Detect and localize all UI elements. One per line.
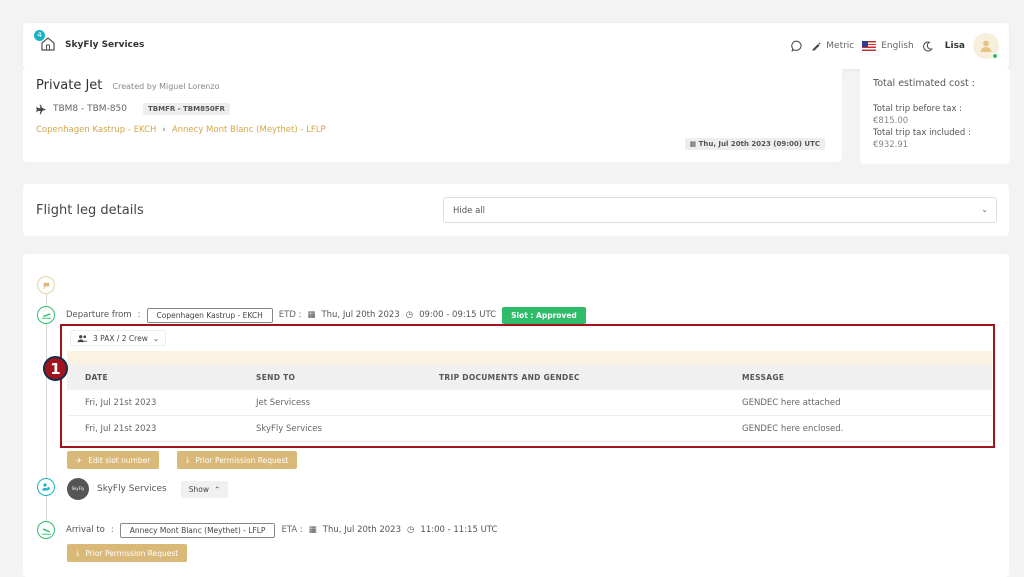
chat-icon[interactable] bbox=[791, 40, 803, 52]
tax-included-label: Total trip tax included : bbox=[873, 128, 971, 138]
chevron-down-icon: ⌄ bbox=[981, 205, 988, 214]
cost-summary-card: Total estimated cost : Total trip before… bbox=[860, 69, 1010, 164]
arrival-airport[interactable]: Annecy Mont Blanc (Meythet) - LFLP bbox=[119, 522, 276, 538]
timeline-line bbox=[46, 294, 47, 534]
moon-icon[interactable] bbox=[922, 40, 933, 52]
table-header: DATE SEND TO TRIP DOCUMENTS AND GENDEC M… bbox=[67, 364, 992, 390]
table-row[interactable]: Fri, Jul 21st 2023 Jet Servicess GENDEC … bbox=[67, 390, 992, 416]
trip-title: Private Jet bbox=[36, 78, 103, 93]
user-icon bbox=[980, 40, 992, 52]
arrival-prior-permission-label: Prior Permission Request bbox=[85, 548, 179, 558]
row-send-to: SkyFly Services bbox=[256, 423, 322, 434]
clock-icon: ◷ bbox=[406, 525, 415, 535]
route: Copenhagen Kastrup - EKCH › Annecy Mont … bbox=[36, 125, 326, 135]
slot-status-badge: Slot : Approved bbox=[502, 306, 586, 324]
arrival-row: Arrival to : Annecy Mont Blanc (Meythet)… bbox=[66, 521, 497, 539]
visibility-select-value: Hide all bbox=[453, 206, 486, 216]
table-row[interactable]: Fri, Jul 21st 2023 SkyFly Services GENDE… bbox=[67, 416, 992, 442]
operator-name: SkyFly Services bbox=[97, 484, 167, 494]
documents-header-bar bbox=[67, 351, 992, 364]
notification-badge: 4 bbox=[34, 30, 45, 41]
ruler-icon bbox=[812, 42, 821, 51]
show-label: Show bbox=[188, 484, 209, 494]
chevron-down-icon: ⌄ bbox=[152, 333, 160, 343]
flight-leg-details-title: Flight leg details bbox=[36, 203, 144, 218]
plane-icon: ✈ bbox=[76, 455, 83, 465]
download-icon: ⤓ bbox=[186, 455, 190, 464]
brand-name[interactable]: SkyFly Services bbox=[65, 40, 144, 50]
edit-slot-label: Edit slot number bbox=[88, 455, 151, 465]
trip-date-badge: ▦ Thu, Jul 20th 2023 (09:00) UTC bbox=[684, 138, 825, 150]
step-number-badge: 1 bbox=[43, 356, 68, 381]
top-navbar: 4 SkyFly Services Metric English Lisa bbox=[23, 23, 1009, 69]
pax-crew-label: 3 PAX / 2 Crew bbox=[93, 333, 148, 343]
documents-table: DATE SEND TO TRIP DOCUMENTS AND GENDEC M… bbox=[67, 364, 992, 442]
column-header-message: MESSAGE bbox=[742, 372, 785, 382]
takeoff-icon bbox=[37, 306, 55, 324]
total-cost-label: Total estimated cost : bbox=[873, 78, 975, 89]
online-status-dot bbox=[992, 53, 998, 59]
registration-tag: TBMFR - TBM850FR bbox=[143, 103, 230, 115]
column-header-documents: TRIP DOCUMENTS AND GENDEC bbox=[439, 372, 580, 382]
etd-label: ETD : bbox=[278, 310, 302, 320]
chevron-up-icon: ⌃ bbox=[214, 484, 221, 494]
trip-summary-card: Private Jet Created by Miguel Lorenzo TB… bbox=[23, 69, 842, 162]
trip-creator: Created by Miguel Lorenzo bbox=[112, 82, 220, 91]
column-header-send-to: SEND TO bbox=[256, 372, 296, 382]
arrival-prior-permission-button[interactable]: ⤓ Prior Permission Request bbox=[67, 544, 188, 562]
departure-colon: : bbox=[137, 310, 141, 320]
users-icon bbox=[77, 334, 88, 342]
calendar-icon: ▦ bbox=[689, 140, 697, 148]
flag-icon bbox=[37, 276, 55, 294]
arrival-date: Thu, Jul 20th 2023 bbox=[322, 525, 401, 535]
row-date: Fri, Jul 21st 2023 bbox=[85, 397, 157, 408]
prior-permission-button[interactable]: ⤓ Prior Permission Request bbox=[177, 451, 298, 469]
eta-label: ETA : bbox=[281, 525, 303, 535]
pax-crew-dropdown[interactable]: 3 PAX / 2 Crew ⌄ bbox=[70, 330, 167, 346]
calendar-icon: ▦ bbox=[307, 310, 316, 320]
column-header-date: DATE bbox=[85, 372, 108, 382]
calendar-icon: ▦ bbox=[308, 525, 317, 535]
visibility-select[interactable]: Hide all ⌄ bbox=[443, 197, 997, 223]
row-message: GENDEC here attached bbox=[742, 397, 841, 408]
arrival-colon: : bbox=[110, 525, 114, 535]
before-tax-label: Total trip before tax : bbox=[873, 104, 963, 114]
avatar[interactable] bbox=[973, 33, 999, 59]
plane-icon bbox=[36, 104, 47, 114]
row-date: Fri, Jul 21st 2023 bbox=[85, 423, 157, 434]
language-selector[interactable]: English bbox=[862, 41, 914, 51]
departure-label: Departure from bbox=[66, 310, 132, 320]
departure-time: 09:00 - 09:15 UTC bbox=[419, 310, 497, 320]
show-toggle-button[interactable]: Show ⌃ bbox=[180, 480, 229, 498]
language-label: English bbox=[881, 41, 914, 51]
row-message: GENDEC here enclosed. bbox=[742, 423, 844, 434]
arrival-time: 11:00 - 11:15 UTC bbox=[420, 525, 498, 535]
us-flag-icon bbox=[862, 41, 877, 51]
clock-icon: ◷ bbox=[405, 310, 414, 320]
user-group-icon bbox=[37, 478, 55, 496]
operator-logo: SkyFly bbox=[67, 478, 89, 500]
chevron-right-icon: › bbox=[162, 125, 166, 135]
tax-included-value: €932.91 bbox=[873, 140, 909, 150]
user-name[interactable]: Lisa bbox=[945, 41, 965, 51]
departure-date: Thu, Jul 20th 2023 bbox=[321, 310, 400, 320]
row-send-to: Jet Servicess bbox=[256, 397, 311, 408]
route-origin[interactable]: Copenhagen Kastrup - EKCH bbox=[36, 125, 156, 135]
operator-row: SkyFly SkyFly Services Show ⌃ bbox=[67, 478, 229, 500]
units-toggle[interactable]: Metric bbox=[811, 41, 854, 51]
arrival-label: Arrival to bbox=[66, 525, 105, 535]
flight-leg-details-panel: Flight leg details Hide all ⌄ bbox=[23, 184, 1009, 236]
trip-date: Thu, Jul 20th 2023 (09:00) UTC bbox=[698, 140, 820, 148]
edit-slot-button[interactable]: ✈ Edit slot number bbox=[67, 451, 160, 469]
departure-airport[interactable]: Copenhagen Kastrup - EKCH bbox=[146, 307, 273, 323]
landing-icon bbox=[37, 521, 55, 539]
aircraft-type: TBM8 - TBM-850 bbox=[53, 104, 127, 114]
prior-permission-label: Prior Permission Request bbox=[195, 455, 289, 465]
download-icon: ⤓ bbox=[76, 548, 80, 557]
before-tax-value: €815.00 bbox=[873, 116, 909, 126]
route-destination[interactable]: Annecy Mont Blanc (Meythet) - LFLP bbox=[172, 125, 326, 135]
aircraft-row: TBM8 - TBM-850 TBMFR - TBM850FR bbox=[36, 103, 230, 115]
departure-row: Departure from : Copenhagen Kastrup - EK… bbox=[66, 306, 586, 324]
units-label: Metric bbox=[826, 41, 855, 51]
